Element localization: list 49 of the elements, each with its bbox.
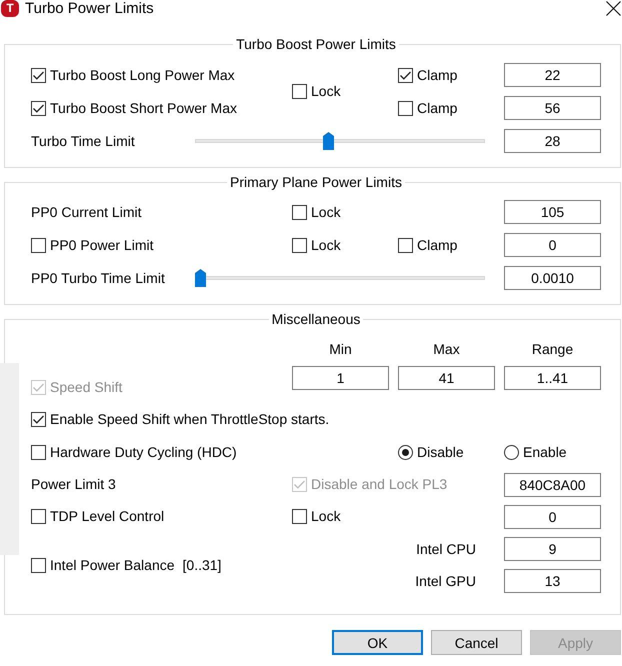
dialog-button[interactable]: OK	[332, 630, 423, 656]
close-button[interactable]	[605, 0, 621, 16]
value-field[interactable]: 56	[504, 96, 601, 120]
close-icon	[606, 1, 620, 16]
lock-checkbox[interactable]: Lock	[292, 236, 341, 254]
hdc-checkbox[interactable]: Hardware Duty Cycling (HDC)	[31, 444, 237, 461]
column-header: Min	[329, 341, 352, 358]
value-field[interactable]: 13	[504, 569, 601, 594]
value-field[interactable]: 22	[504, 63, 601, 87]
value-field[interactable]: 840C8A00	[504, 472, 601, 497]
column-header: Max	[433, 341, 460, 358]
value-field[interactable]: 0.0010	[504, 266, 601, 290]
value-field[interactable]: 28	[504, 129, 601, 153]
clamp-checkbox[interactable]: Clamp	[398, 100, 458, 116]
clamp-checkbox[interactable]: Clamp	[398, 66, 458, 84]
lock-checkbox[interactable]: Lock	[292, 204, 341, 220]
power-max-checkbox[interactable]: Turbo Boost Long Power Max	[31, 66, 235, 84]
group-title: Turbo Boost Power Limits	[235, 36, 397, 53]
lock-checkbox[interactable]: Lock	[292, 83, 341, 100]
column-header: Range	[532, 341, 574, 358]
field-label: PP0 Turbo Time Limit	[31, 270, 165, 286]
power-balance-checkbox[interactable]: Intel Power Balance	[31, 556, 175, 574]
field-label: Power Limit 3	[31, 476, 116, 494]
field-label: Intel GPU	[415, 572, 476, 590]
startup-checkbox[interactable]: Enable Speed Shift when ThrottleStop starts.	[31, 411, 330, 428]
value-field[interactable]: 0	[504, 504, 601, 529]
hdc-radio[interactable]: Disable	[398, 444, 464, 461]
dialog-button[interactable]: Cancel	[431, 630, 522, 656]
slider-thumb[interactable]	[323, 132, 334, 150]
slider-thumb[interactable]	[195, 269, 206, 287]
group-title: Primary Plane Power Limits	[229, 174, 403, 191]
power-max-checkbox[interactable]: Turbo Boost Short Power Max	[31, 100, 238, 116]
hdc-radio[interactable]: Enable	[504, 444, 567, 461]
app-logo: T	[1, 0, 19, 17]
window-title: Turbo Power Limits	[25, 0, 154, 17]
value-field[interactable]: 105	[504, 200, 601, 224]
field-label: Turbo Time Limit	[31, 132, 135, 150]
field-label: Intel CPU	[416, 540, 476, 558]
field-label: PP0 Current Limit	[31, 204, 142, 220]
slider-track[interactable]	[195, 269, 485, 287]
group-title: Miscellaneous	[270, 311, 362, 328]
tdp-checkbox[interactable]: TDP Level Control	[31, 508, 164, 526]
value-field[interactable]: 0	[504, 233, 601, 257]
value-field[interactable]: 9	[504, 537, 601, 562]
slider-track[interactable]	[195, 132, 485, 150]
clamp-checkbox[interactable]: Clamp	[398, 236, 458, 254]
limit-checkbox[interactable]: PP0 Power Limit	[31, 236, 154, 254]
lock-checkbox[interactable]: Lock	[292, 508, 341, 526]
range-hint: [0..31]	[182, 556, 222, 574]
